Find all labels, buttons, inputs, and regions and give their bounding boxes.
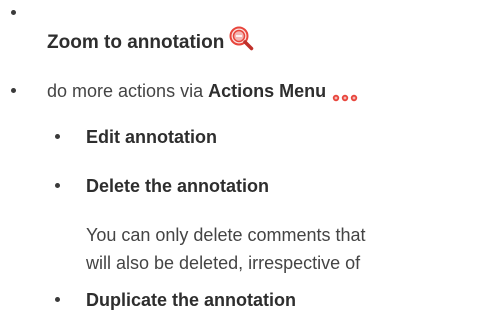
sub-item-duplicate-annotation: Duplicate the annotation xyxy=(86,290,297,310)
sub-bullet-marker xyxy=(55,183,60,188)
zoom-magnifier-icon xyxy=(228,25,254,51)
sub-bullet-marker xyxy=(55,297,60,302)
zoom-to-annotation-label: Zoom to annotation xyxy=(47,32,225,54)
delete-note-line-2: will also be deleted, irrespective of xyxy=(86,253,361,273)
bullet-marker xyxy=(11,88,16,93)
bullet-marker xyxy=(11,10,16,15)
ellipsis-dots-icon xyxy=(332,85,358,102)
list-item-actions: do more actions via Actions Menu xyxy=(47,79,358,103)
list-item-zoom: Zoom to annotation xyxy=(47,26,254,56)
sub-bullet-marker xyxy=(55,134,60,139)
document-excerpt: Zoom to annotation do more actions via A… xyxy=(0,0,484,323)
sub-item-delete-annotation: Delete the annotation xyxy=(86,176,270,196)
sub-item-edit-annotation: Edit annotation xyxy=(86,127,217,147)
delete-note-line-1: You can only delete comments that xyxy=(86,225,366,245)
actions-menu-label: Actions Menu xyxy=(208,81,327,101)
actions-prefix-text: do more actions via xyxy=(47,81,209,101)
